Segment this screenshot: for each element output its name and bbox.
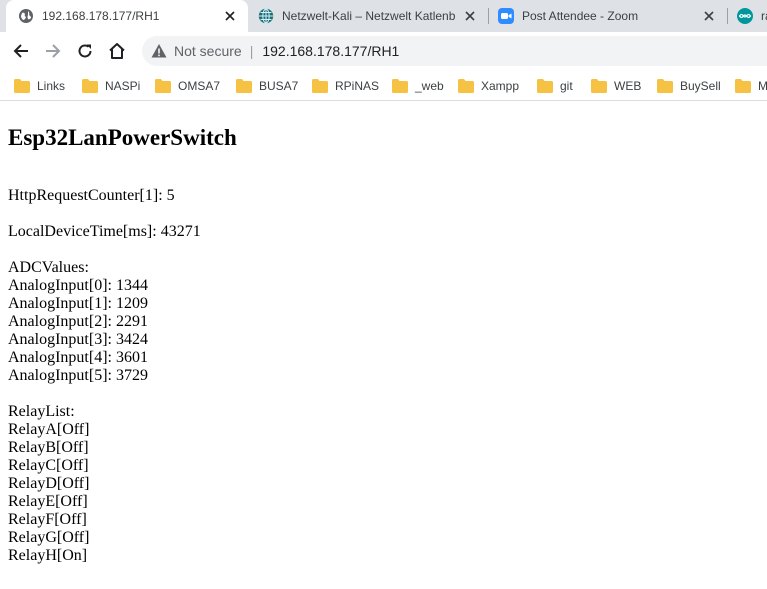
bookmark-label: RPiNAS (335, 79, 380, 93)
relay-a: RelayA[Off] (8, 421, 90, 438)
folder-icon (537, 79, 553, 93)
arduino-icon (737, 8, 753, 24)
folder-icon (735, 79, 751, 93)
tab-strip: 192.168.178.177/RH1 Netzwelt-Kali – Netz… (0, 0, 767, 32)
back-button[interactable] (7, 37, 35, 65)
close-icon[interactable] (222, 8, 238, 24)
relay-b: RelayB[Off] (8, 439, 89, 456)
tab-rh1[interactable]: 192.168.178.177/RH1 (6, 0, 248, 32)
relay-h: RelayH[On] (8, 547, 88, 564)
folder-icon (236, 79, 252, 93)
home-icon (109, 43, 125, 59)
bookmark-label: _web (415, 79, 444, 93)
folder-icon (155, 79, 171, 93)
bookmark-label: WEB (614, 79, 642, 93)
local-device-time: LocalDeviceTime[ms]: 43271 (8, 223, 201, 240)
bookmark-label: BUSA7 (259, 79, 299, 93)
bookmarks-bar: Links NASPi OMSA7 BUSA7 RPiNAS _web Xamp… (0, 70, 767, 101)
tab-title: Netzwelt-Kali – Netzwelt Katlenb (282, 9, 456, 23)
close-icon[interactable] (462, 8, 478, 24)
relay-f: RelayF[Off] (8, 511, 87, 528)
relay-g: RelayG[Off] (8, 529, 90, 546)
bookmark-naspi[interactable]: NASPi (82, 75, 140, 97)
bookmark-git[interactable]: git (537, 75, 573, 97)
tab-arduino[interactable]: ra (728, 0, 767, 32)
zoom-icon (498, 8, 514, 24)
analog-input-1: AnalogInput[1]: 1209 (8, 295, 148, 312)
folder-icon (312, 79, 328, 93)
arrow-right-icon (46, 44, 61, 58)
bookmark-web[interactable]: WEB (591, 75, 641, 97)
omnibox-divider: | (249, 43, 254, 59)
bookmark-label: OMSA7 (178, 79, 221, 93)
folder-icon (392, 79, 408, 93)
network-globe-icon (258, 8, 274, 24)
bookmark-label: Links (37, 79, 66, 93)
page-content: Esp32LanPowerSwitch HttpRequestCounter[1… (8, 101, 767, 589)
arrow-left-icon (13, 44, 28, 58)
close-icon[interactable] (701, 8, 717, 24)
forward-button[interactable] (39, 37, 67, 65)
relay-d: RelayD[Off] (8, 475, 90, 492)
analog-input-0: AnalogInput[0]: 1344 (8, 277, 148, 294)
folder-icon (82, 79, 98, 93)
address-bar[interactable]: Not secure | 192.168.178.177/RH1 (142, 36, 767, 66)
bookmark-m[interactable]: M (735, 75, 767, 97)
analog-input-4: AnalogInput[4]: 3601 (8, 349, 148, 366)
globe-icon (19, 9, 33, 23)
analog-input-3: AnalogInput[3]: 3424 (8, 331, 148, 348)
relay-c: RelayC[Off] (8, 457, 89, 474)
bookmark-label: NASPi (105, 79, 141, 93)
security-status[interactable]: Not secure (174, 43, 242, 59)
bookmark-label: M (758, 79, 767, 93)
relay-e: RelayE[Off] (8, 493, 88, 510)
folder-icon (458, 79, 474, 93)
tab-title: 192.168.178.177/RH1 (42, 9, 160, 23)
bookmark-web-underscore[interactable]: _web (392, 75, 444, 97)
reload-button[interactable] (71, 37, 99, 65)
tab-title: ra (761, 9, 767, 23)
warning-icon (151, 44, 167, 58)
bookmark-label: Xampp (481, 79, 520, 93)
tab-title: Post Attendee - Zoom (522, 9, 639, 23)
bookmark-omsa7[interactable]: OMSA7 (155, 75, 220, 97)
adc-header: ADCValues: (8, 259, 89, 276)
bookmark-rpinas[interactable]: RPiNAS (312, 75, 379, 97)
home-button[interactable] (103, 37, 131, 65)
browser-toolbar: Not secure | 192.168.178.177/RH1 (0, 32, 767, 70)
folder-icon (14, 79, 30, 93)
bookmark-label: BuySell (680, 79, 721, 93)
http-request-counter: HttpRequestCounter[1]: 5 (8, 187, 175, 204)
url-text[interactable]: 192.168.178.177/RH1 (262, 43, 399, 59)
folder-icon (591, 79, 607, 93)
bookmark-busa7[interactable]: BUSA7 (236, 75, 298, 97)
page-title: Esp32LanPowerSwitch (8, 125, 237, 150)
relay-list-header: RelayList: (8, 403, 75, 420)
bookmark-label: git (560, 79, 573, 93)
bookmark-links[interactable]: Links (14, 75, 65, 97)
tab-netzwelt[interactable]: Netzwelt-Kali – Netzwelt Katlenb (248, 0, 488, 32)
bookmark-xampp[interactable]: Xampp (458, 75, 519, 97)
tab-zoom[interactable]: Post Attendee - Zoom (489, 0, 727, 32)
folder-icon (657, 79, 673, 93)
bookmark-buysell[interactable]: BuySell (657, 75, 721, 97)
reload-icon (78, 44, 92, 58)
analog-input-5: AnalogInput[5]: 3729 (8, 367, 148, 384)
analog-input-2: AnalogInput[2]: 2291 (8, 313, 148, 330)
